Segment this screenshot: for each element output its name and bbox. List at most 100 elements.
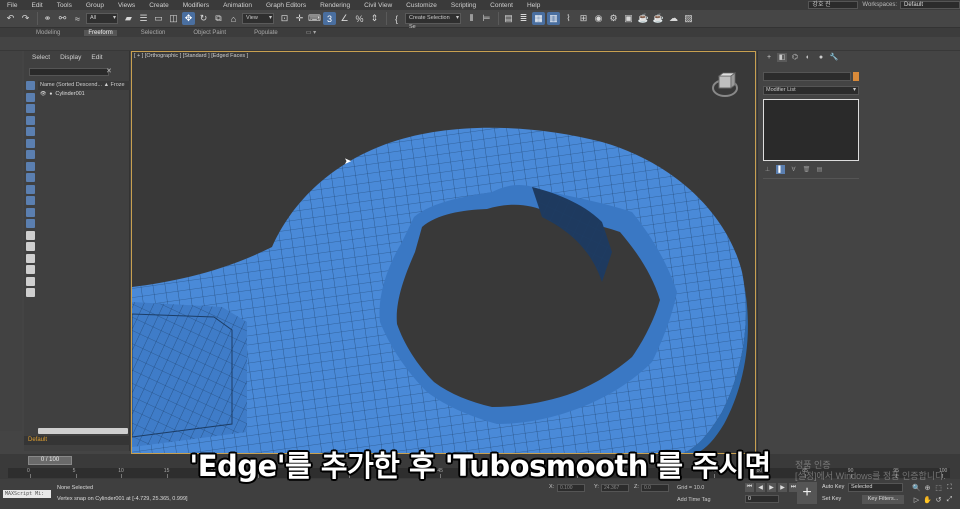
set-key-label[interactable]: Set Key — [822, 496, 841, 502]
redo-icon[interactable]: ↷ — [19, 12, 32, 25]
create-tab-icon[interactable]: + — [764, 53, 774, 62]
select-by-name-icon[interactable]: ☰ — [137, 12, 150, 25]
render-iterative-icon[interactable]: ☕ — [652, 12, 665, 25]
graphite-tools-icon[interactable]: ▥ — [547, 12, 560, 25]
key-filters-button[interactable]: Key Filters... — [862, 495, 904, 504]
menu-group[interactable]: Group — [79, 2, 111, 9]
orbit-icon[interactable]: ↺ — [934, 495, 943, 504]
field-of-view-icon[interactable]: ▷ — [912, 495, 921, 504]
menu-graph-editors[interactable]: Graph Editors — [259, 2, 313, 9]
display-all-icon[interactable] — [26, 242, 35, 251]
filter-xrefs-icon[interactable] — [26, 161, 35, 171]
ribbon-options-icon[interactable]: ▭ ▾ — [302, 29, 320, 36]
schematic-view-icon[interactable]: ⊞ — [577, 12, 590, 25]
keyboard-shortcut-override-icon[interactable]: ⌨ — [308, 12, 321, 25]
menu-content[interactable]: Content — [483, 2, 520, 9]
y-coordinate-field[interactable]: 24.367 — [601, 484, 629, 492]
spinner-snap-icon[interactable]: ⇕ — [368, 12, 381, 25]
viewcube-icon[interactable] — [710, 70, 740, 100]
configure-modifier-sets-icon[interactable]: ▤ — [815, 165, 824, 174]
menu-create[interactable]: Create — [142, 2, 176, 9]
hierarchy-icon[interactable] — [26, 288, 35, 297]
unlink-icon[interactable]: ⚯ — [56, 12, 69, 25]
ribbon-tab-populate[interactable]: Populate — [250, 30, 282, 36]
select-manipulate-icon[interactable]: ✛ — [293, 12, 306, 25]
modifier-list-dropdown[interactable]: Modifier List — [763, 86, 859, 95]
filter-cameras-icon[interactable] — [26, 115, 35, 125]
current-frame-field[interactable]: 0 — [745, 495, 779, 503]
make-unique-icon[interactable]: ∀ — [789, 165, 798, 174]
select-rotate-icon[interactable]: ↻ — [197, 12, 210, 25]
pan-icon[interactable]: ✋ — [923, 495, 932, 504]
pin-stack-icon[interactable]: ⊥ — [763, 165, 772, 174]
mirror-icon[interactable]: ⫴ — [465, 12, 478, 25]
object-name-field[interactable] — [763, 72, 851, 81]
render-production-icon[interactable]: ☕ — [637, 12, 650, 25]
find-icon[interactable] — [26, 265, 35, 274]
display-none-icon[interactable] — [26, 230, 35, 240]
filter-frozen-icon[interactable] — [26, 196, 35, 205]
named-selection-dropdown[interactable]: Create Selection Se — [405, 13, 461, 30]
ribbon-toggle-icon[interactable]: ▦ — [532, 12, 545, 25]
filter-lights-icon[interactable] — [26, 104, 35, 113]
select-move-icon[interactable]: ✥ — [182, 12, 195, 25]
ribbon-tab-object-paint[interactable]: Object Paint — [189, 30, 230, 36]
add-time-tag[interactable]: Add Time Tag — [677, 497, 711, 503]
wrench-mesh[interactable] — [132, 52, 756, 454]
menu-tools[interactable]: Tools — [50, 2, 79, 9]
scene-horizontal-scrollbar[interactable] — [38, 428, 128, 434]
filter-all-icon[interactable] — [26, 219, 35, 228]
window-crossing-icon[interactable]: ◫ — [167, 12, 180, 25]
menu-file[interactable]: File — [0, 2, 24, 9]
motion-tab-icon[interactable]: ◐ — [803, 53, 813, 62]
layer-explorer-icon[interactable]: ≣ — [517, 12, 530, 25]
filter-containers-icon[interactable] — [26, 184, 35, 194]
selection-filter-dropdown[interactable]: All — [86, 13, 118, 24]
undo-icon[interactable]: ↶ — [4, 12, 17, 25]
filter-icon[interactable] — [26, 276, 35, 286]
set-key-button[interactable]: + — [797, 482, 817, 504]
modifier-stack[interactable] — [763, 99, 859, 161]
filter-shapes-icon[interactable] — [26, 92, 35, 102]
select-scale-icon[interactable]: ⧉ — [212, 12, 225, 25]
menu-rendering[interactable]: Rendering — [313, 2, 357, 9]
pivot-center-icon[interactable]: ⊡ — [278, 12, 291, 25]
snaps-toggle-icon[interactable]: 3 — [323, 12, 336, 25]
scene-tab-select[interactable]: Select — [32, 54, 50, 61]
curve-editor-icon[interactable]: ⌇ — [562, 12, 575, 25]
percent-snap-icon[interactable]: % — [353, 12, 366, 25]
invert-display-icon[interactable] — [26, 253, 35, 263]
utilities-tab-icon[interactable]: 🔧 — [829, 53, 839, 62]
placement-icon[interactable]: ⌂ — [227, 12, 240, 25]
render-cloud-icon[interactable]: ☁ — [667, 12, 680, 25]
edit-named-selection-icon[interactable]: { — [390, 12, 403, 25]
filter-hidden-icon[interactable] — [26, 207, 35, 217]
ribbon-tab-modeling[interactable]: Modeling — [32, 30, 64, 36]
menu-views[interactable]: Views — [111, 2, 142, 9]
scene-search-input[interactable] — [29, 68, 109, 76]
material-editor-icon[interactable]: ◉ — [592, 12, 605, 25]
filter-geometry-icon[interactable] — [26, 81, 35, 90]
rectangular-selection-icon[interactable]: ▭ — [152, 12, 165, 25]
render-setup-icon[interactable]: ⚙ — [607, 12, 620, 25]
ribbon-tab-selection[interactable]: Selection — [137, 30, 170, 36]
bind-space-warp-icon[interactable]: ≈ — [71, 12, 84, 25]
link-icon[interactable]: ⚭ — [41, 12, 54, 25]
show-end-result-icon[interactable]: ▌ — [776, 165, 785, 174]
menu-civil-view[interactable]: Civil View — [357, 2, 399, 9]
modify-tab-icon[interactable]: ◧ — [777, 52, 787, 62]
display-tab-icon[interactable]: ● — [816, 53, 826, 62]
select-object-icon[interactable]: ▰ — [122, 12, 135, 25]
workspace-select[interactable]: Default — [900, 1, 960, 9]
menu-help[interactable]: Help — [520, 2, 547, 9]
list-item[interactable]: 👁 ● Cylinder001 — [38, 90, 130, 99]
viewport-label[interactable]: [ + ] [Orthographic ] [Standard ] [Edged… — [134, 53, 248, 59]
scene-tab-display[interactable]: Display — [60, 54, 81, 61]
maxscript-listener[interactable]: MAXScript Mi: — [3, 490, 51, 498]
maximize-viewport-icon[interactable]: ⤢ — [945, 495, 954, 504]
object-color-swatch[interactable] — [853, 72, 859, 81]
scene-explorer-icon[interactable]: ▤ — [502, 12, 515, 25]
angle-snap-icon[interactable]: ∠ — [338, 12, 351, 25]
menu-scripting[interactable]: Scripting — [444, 2, 483, 9]
menu-animation[interactable]: Animation — [216, 2, 259, 9]
